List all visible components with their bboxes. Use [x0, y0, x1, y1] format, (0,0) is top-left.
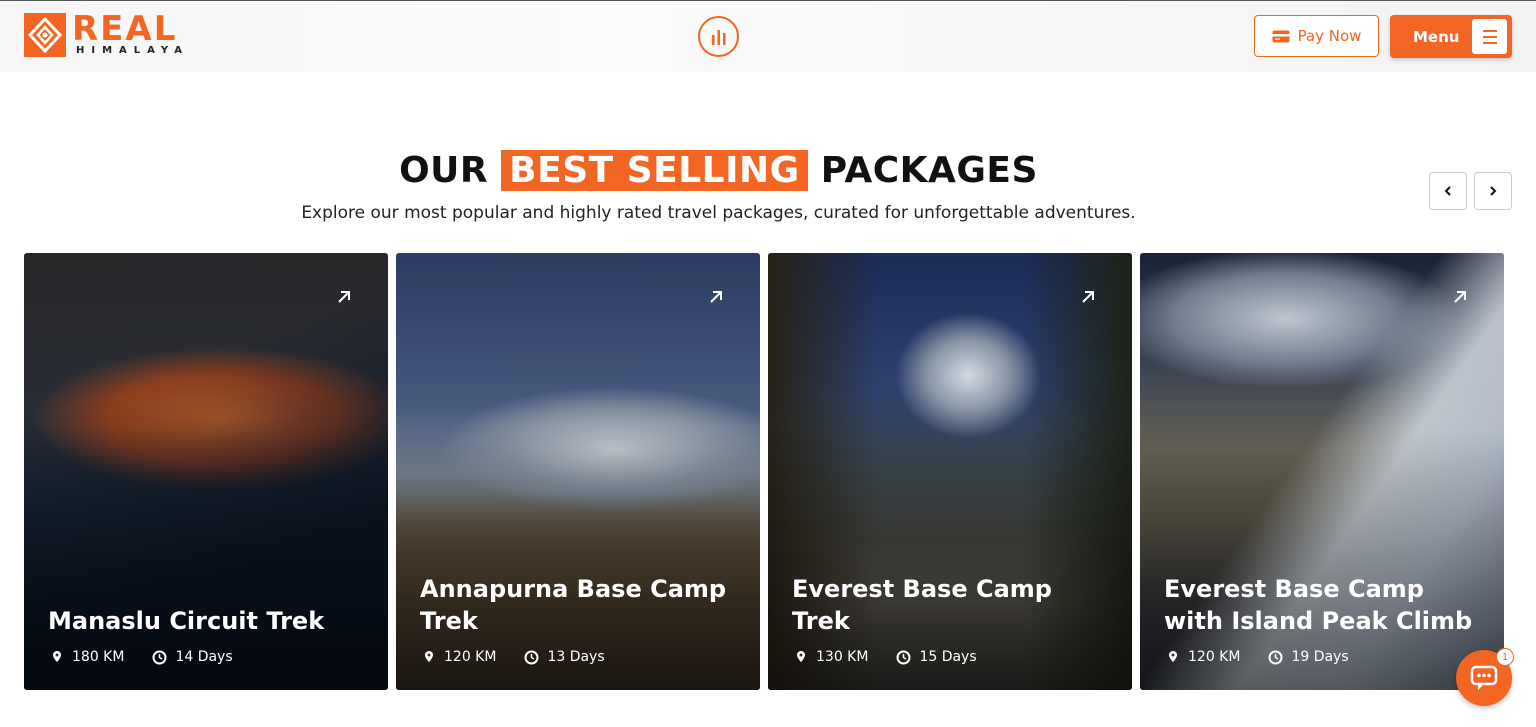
- package-name: Annapurna Base Camp Trek: [420, 575, 727, 635]
- package-card[interactable]: Annapurna Base Camp Trek 120 KM 13 Days: [396, 253, 760, 690]
- logo-mark-icon: [24, 13, 66, 57]
- chat-icon: [1470, 665, 1498, 690]
- site-header: REAL HIMALAYA Pay Now Menu: [0, 0, 1536, 72]
- clock-icon: [1268, 650, 1283, 664]
- title-before: OUR: [399, 150, 489, 191]
- section-subtitle: Explore our most popular and highly rate…: [301, 203, 1136, 223]
- package-card[interactable]: Manaslu Circuit Trek 180 KM 14 Days: [24, 253, 388, 690]
- package-distance: 120 KM: [1188, 649, 1241, 665]
- arrow-up-right-icon: [710, 291, 722, 303]
- chevron-right-icon: [1490, 186, 1497, 196]
- clock-icon: [524, 650, 539, 664]
- package-name: Everest Base Camp Trek: [792, 575, 1052, 635]
- package-duration: 19 Days: [1291, 649, 1349, 665]
- package-distance: 180 KM: [72, 649, 125, 665]
- location-pin-icon: [1169, 651, 1177, 662]
- package-duration: 14 Days: [175, 649, 233, 665]
- chat-badge: 1: [1496, 648, 1514, 666]
- arrow-up-right-icon: [1454, 291, 1466, 303]
- clock-icon: [896, 650, 911, 664]
- menu-button[interactable]: Menu: [1390, 15, 1512, 58]
- menu-label: Menu: [1413, 27, 1460, 46]
- location-pin-icon: [53, 651, 61, 662]
- bar-chart-icon[interactable]: [698, 16, 739, 57]
- location-pin-icon: [797, 651, 805, 662]
- clock-icon: [152, 650, 167, 664]
- section-title: OUR BEST SELLING PACKAGES: [0, 148, 1437, 194]
- hamburger-icon: [1472, 19, 1507, 54]
- package-name: Everest Base Camp with Island Peak Climb: [1164, 575, 1473, 635]
- package-meta: 120 KM 13 Days: [422, 649, 605, 665]
- brand-name: REAL: [72, 9, 178, 49]
- title-after: PACKAGES: [820, 150, 1038, 191]
- package-meta: 130 KM 15 Days: [794, 649, 977, 665]
- package-duration: 15 Days: [919, 649, 977, 665]
- package-meta: 180 KM 14 Days: [50, 649, 233, 665]
- brand-subname: HIMALAYA: [76, 45, 189, 56]
- chevron-left-icon: [1444, 186, 1451, 196]
- package-meta: 120 KM 19 Days: [1166, 649, 1349, 665]
- arrow-up-right-icon: [338, 291, 350, 303]
- package-card[interactable]: Everest Base Camp with Island Peak Climb…: [1140, 253, 1504, 690]
- location-pin-icon: [425, 651, 433, 662]
- package-duration: 13 Days: [547, 649, 605, 665]
- package-name: Manaslu Circuit Trek: [48, 607, 325, 635]
- package-card[interactable]: Everest Base Camp Trek 130 KM 15 Days: [768, 253, 1132, 690]
- carousel-prev-button[interactable]: [1429, 172, 1467, 210]
- credit-card-icon: [1272, 30, 1290, 42]
- title-highlight: BEST SELLING: [501, 150, 808, 191]
- carousel-next-button[interactable]: [1474, 172, 1512, 210]
- package-distance: 130 KM: [816, 649, 869, 665]
- pay-now-label: Pay Now: [1297, 27, 1362, 45]
- arrow-up-right-icon: [1082, 291, 1094, 303]
- package-distance: 120 KM: [444, 649, 497, 665]
- pay-now-button[interactable]: Pay Now: [1254, 15, 1379, 57]
- brand-logo[interactable]: REAL HIMALAYA: [24, 9, 189, 59]
- chat-widget-button[interactable]: 1: [1456, 648, 1514, 706]
